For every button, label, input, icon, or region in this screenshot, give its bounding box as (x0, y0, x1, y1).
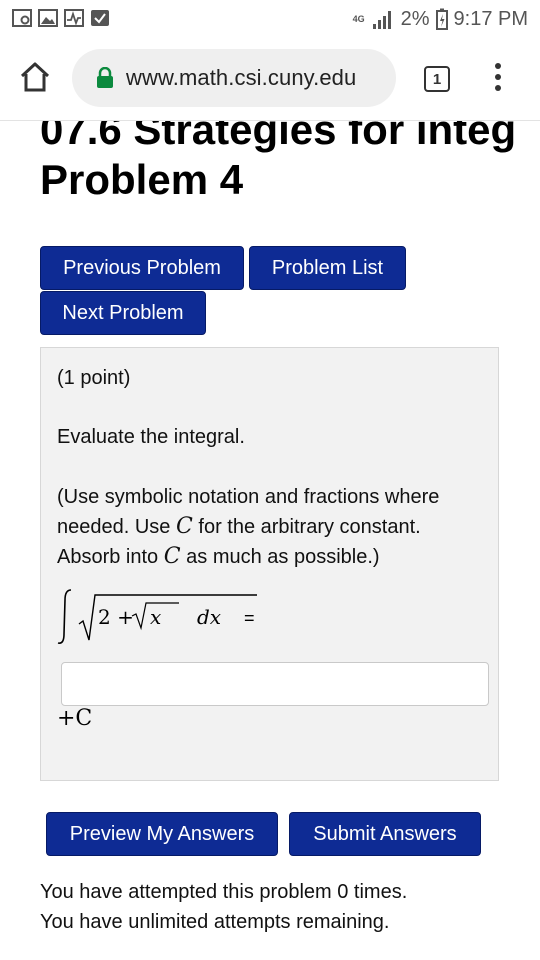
answer-input[interactable] (61, 662, 489, 706)
activity-notification-icon (64, 9, 84, 27)
instructions-text: for the arbitrary constant. (198, 516, 421, 538)
instructions-text: Absorb into (57, 546, 159, 568)
plus-constant-label: +C (57, 706, 93, 731)
home-icon[interactable] (18, 60, 52, 94)
image-notification-icon (38, 9, 58, 27)
problem-container: (1 point) Evaluate the integral. (Use sy… (40, 347, 499, 781)
submit-answers-button[interactable]: Submit Answers (289, 812, 481, 856)
integral-expression: 2 + x dx = (57, 589, 257, 644)
instructions-text: as much as possible.) (186, 546, 380, 568)
svg-text:x: x (150, 605, 161, 629)
previous-problem-button[interactable]: Previous Problem (40, 246, 244, 290)
clock: 9:17 PM (453, 7, 528, 30)
url-text: www.math.csi.cuny.edu (126, 65, 357, 90)
constant-symbol: C (175, 514, 193, 539)
integral-formula: 2 + x dx = (57, 586, 267, 646)
attempts-remaining-text: You have unlimited attempts remaining. (40, 911, 390, 933)
instructions-line-2: needed. Use C for the arbitrary constant… (57, 512, 421, 542)
lock-icon (97, 67, 113, 88)
address-bar[interactable]: www.math.csi.cuny.edu (72, 49, 396, 107)
overflow-menu-icon[interactable] (488, 60, 508, 96)
battery-icon (435, 8, 448, 30)
preview-answers-button[interactable]: Preview My Answers (46, 812, 278, 856)
screenshot-notification-icon (12, 9, 32, 27)
signal-icon (372, 11, 391, 29)
svg-text:2 +: 2 + (98, 605, 134, 629)
svg-text:dx: dx (197, 605, 221, 629)
problem-prompt: Evaluate the integral. (57, 426, 245, 448)
status-bar: 4G 2% 9:17 PM (0, 0, 540, 38)
set-title: 07.6 Strategies for integ (40, 121, 517, 153)
constant-symbol: C (163, 544, 181, 569)
instructions-line-3: Absorb into C as much as possible.) (57, 542, 380, 572)
battery-percent: 2% (400, 7, 430, 30)
problem-list-button[interactable]: Problem List (249, 246, 406, 290)
browser-toolbar: www.math.csi.cuny.edu 1 (0, 38, 540, 121)
check-notification-icon (91, 10, 109, 26)
status-right: 4G 2% 9:17 PM (353, 7, 528, 31)
page-title: 07.6 Strategies for integ Problem 4 (40, 121, 516, 205)
tab-switcher-button[interactable]: 1 (424, 66, 450, 92)
attempts-count-text: You have attempted this problem 0 times. (40, 881, 408, 903)
problem-points: (1 point) (57, 367, 131, 389)
network-type-label: 4G (352, 14, 365, 24)
instructions-text: needed. Use (57, 516, 171, 538)
webwork-page: 07.6 Strategies for integ Problem 4 Prev… (0, 121, 540, 960)
instructions-line-1: (Use symbolic notation and fractions whe… (57, 486, 440, 508)
next-problem-button[interactable]: Next Problem (40, 291, 206, 335)
svg-text:=: = (244, 608, 255, 628)
problem-title: Problem 4 (40, 156, 244, 203)
